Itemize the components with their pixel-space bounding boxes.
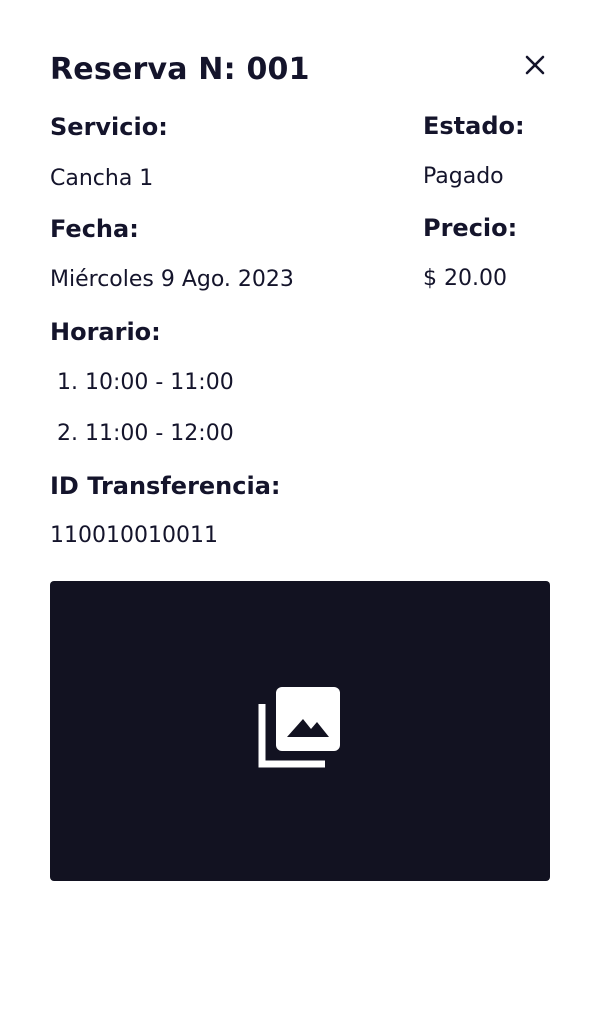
photo-library-icon: [255, 684, 345, 778]
fecha-label: Fecha:: [50, 215, 139, 243]
transfer-image-upload[interactable]: [50, 581, 550, 881]
precio-value: $ 20.00: [423, 266, 507, 291]
servicio-label: Servicio:: [50, 113, 168, 141]
reservation-modal: Reserva N: 001 Servicio: Cancha 1 Fecha:…: [0, 0, 600, 1024]
transferencia-label: ID Transferencia:: [50, 472, 281, 500]
close-button[interactable]: [520, 50, 550, 80]
close-icon: [520, 50, 550, 80]
servicio-value: Cancha 1: [50, 166, 154, 191]
horario-item: 1. 10:00 - 11:00: [57, 370, 234, 395]
horario-label: Horario:: [50, 318, 161, 346]
fecha-value: Miércoles 9 Ago. 2023: [50, 267, 294, 292]
estado-value: Pagado: [423, 164, 504, 189]
precio-label: Precio:: [423, 214, 518, 242]
horario-item: 2. 11:00 - 12:00: [57, 421, 234, 446]
estado-label: Estado:: [423, 112, 525, 140]
transferencia-value: 110010010011: [50, 523, 218, 548]
page-title: Reserva N: 001: [50, 52, 310, 87]
